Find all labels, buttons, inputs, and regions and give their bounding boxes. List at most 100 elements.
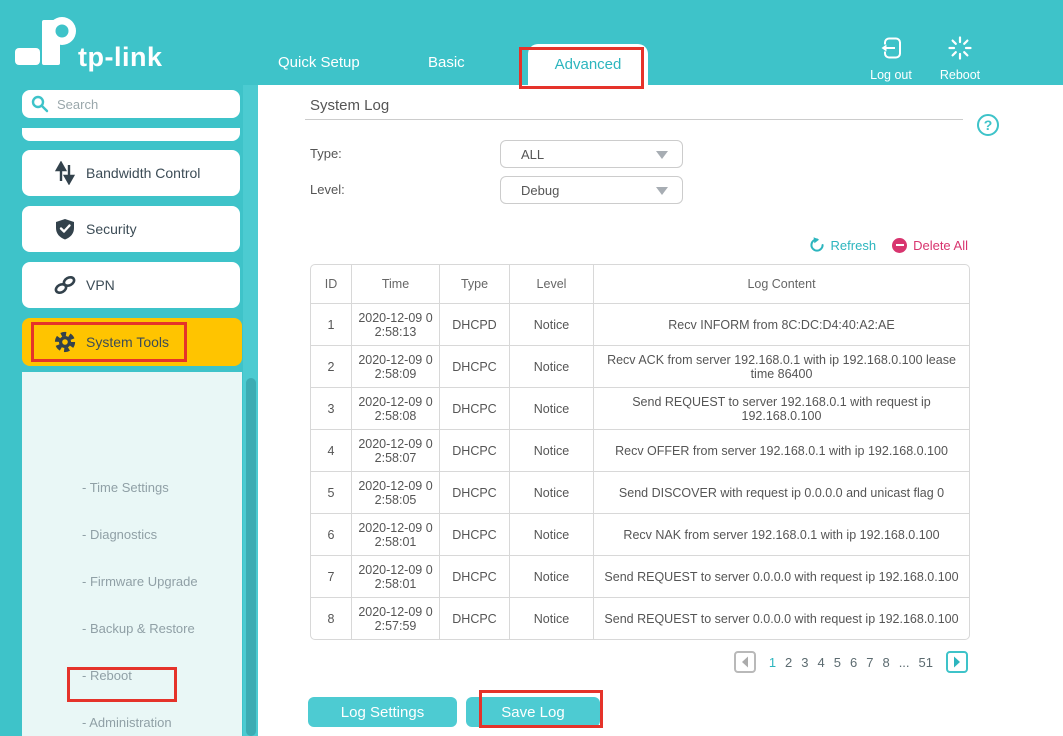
submenu-item[interactable]: - Backup & Restore — [82, 621, 195, 636]
cell-type: DHCPC — [440, 430, 510, 472]
minus-circle-icon — [892, 237, 908, 253]
pagination-page-51[interactable]: 51 — [919, 655, 933, 670]
nav-tab-basic[interactable]: Basic — [428, 54, 465, 71]
cell-level: Notice — [510, 472, 594, 514]
title-divider — [305, 119, 963, 120]
cell-log-content: Recv OFFER from server 192.168.0.1 with … — [594, 430, 970, 472]
table-row: 2 2020-12-09 02:58:09 DHCPC Notice Recv ACK … — [310, 346, 970, 388]
column-header: Level — [510, 264, 594, 304]
cell-log-content: Send REQUEST to server 0.0.0.0 with requ… — [594, 598, 970, 640]
pagination-page-8[interactable]: 8 — [882, 655, 889, 670]
search-placeholder: Search — [57, 97, 99, 112]
level-dropdown[interactable]: Debug — [500, 176, 683, 204]
cell-time: 2020-12-09 02:58:07 — [352, 430, 440, 472]
pagination-page-3[interactable]: 3 — [801, 655, 808, 670]
level-dropdown-value: Debug — [521, 182, 560, 198]
cell-log-content: Recv INFORM from 8C:DC:D4:40:A2:AE — [594, 304, 970, 346]
log-settings-button[interactable]: Log Settings — [308, 697, 457, 727]
cell-level: Notice — [510, 430, 594, 472]
cell-type: DHCPC — [440, 514, 510, 556]
type-dropdown[interactable]: ALL — [500, 140, 683, 168]
column-header: Log Content — [594, 264, 970, 304]
column-header: Type — [440, 264, 510, 304]
nav-tab-quick-setup[interactable]: Quick Setup — [278, 54, 360, 71]
system-log-table: ID Time Type Level Log Content 1 2020-12-09 0… — [310, 264, 970, 640]
log-toolbar: Refresh Delete All — [809, 237, 968, 253]
search-input[interactable]: Search — [22, 90, 240, 118]
submenu-item[interactable]: - Firmware Upgrade — [82, 574, 198, 589]
submenu-item[interactable]: - Administration — [82, 715, 172, 730]
table-row: 7 2020-12-09 02:58:01 DHCPC Notice Send REQU… — [310, 556, 970, 598]
refresh-button[interactable]: Refresh — [809, 237, 877, 253]
chevron-right-icon — [954, 656, 960, 668]
sidebar-item-system-tools[interactable]: System Tools — [22, 318, 242, 366]
reboot-label: Reboot — [939, 68, 981, 82]
cell-log-content: Send REQUEST to server 0.0.0.0 with requ… — [594, 556, 970, 598]
cell-level: Notice — [510, 514, 594, 556]
cell-id: 6 — [310, 514, 352, 556]
reboot-button[interactable]: Reboot — [930, 36, 990, 82]
pagination-ellipsis: ... — [898, 654, 910, 670]
nav-tab-advanced[interactable]: Advanced — [528, 44, 648, 85]
table-row: 4 2020-12-09 02:58:07 DHCPC Notice Recv OFFE… — [310, 430, 970, 472]
cell-type: DHCPC — [440, 556, 510, 598]
pagination-pages: 1 2 3 4 5 6 7 8... 51 — [769, 655, 933, 670]
table-row: 5 2020-12-09 02:58:05 DHCPC Notice Send DISC… — [310, 472, 970, 514]
pagination-page-1[interactable]: 1 — [769, 655, 776, 670]
page-title: System Log — [310, 97, 390, 114]
sidebar-scroll-track[interactable] — [243, 85, 258, 736]
pagination: 1 2 3 4 5 6 7 8... 51 — [733, 651, 968, 673]
router-admin-screen: tp-link Quick Setup Basic Advanced Log o… — [0, 0, 1063, 736]
cell-level: Notice — [510, 304, 594, 346]
cell-level: Notice — [510, 388, 594, 430]
pagination-page-4[interactable]: 4 — [818, 655, 825, 670]
save-log-button[interactable]: Save Log — [466, 697, 600, 727]
sidebar-item-bandwidth-control[interactable]: Bandwidth Control — [22, 150, 240, 196]
pagination-page-2[interactable]: 2 — [785, 655, 792, 670]
cell-time: 2020-12-09 02:58:05 — [352, 472, 440, 514]
system-tools-submenu: - Time Settings - Diagnostics - Firmware U… — [22, 372, 242, 736]
cell-time: 2020-12-09 02:58:01 — [352, 514, 440, 556]
pagination-next-button[interactable] — [946, 651, 968, 673]
refresh-label: Refresh — [830, 237, 877, 253]
type-label: Type: — [310, 146, 342, 161]
table-row: 8 2020-12-09 02:57:59 DHCPC Notice Send REQU… — [310, 598, 970, 640]
delete-all-button[interactable]: Delete All — [892, 237, 968, 253]
cell-log-content: Send REQUEST to server 192.168.0.1 with … — [594, 388, 970, 430]
help-icon[interactable]: ? — [977, 114, 999, 136]
pagination-prev-button[interactable] — [733, 651, 756, 673]
logout-icon — [880, 37, 901, 59]
delete-all-label: Delete All — [913, 237, 968, 253]
cell-id: 3 — [310, 388, 352, 430]
cell-id: 5 — [310, 472, 352, 514]
cell-type: DHCPC — [440, 388, 510, 430]
top-header: tp-link Quick Setup Basic Advanced Log o… — [0, 0, 1063, 85]
cell-id: 1 — [310, 304, 352, 346]
sidebar-item-partial[interactable] — [22, 128, 240, 141]
pagination-page-7[interactable]: 7 — [866, 655, 873, 670]
cell-log-content: Recv NAK from server 192.168.0.1 with ip… — [594, 514, 970, 556]
cell-time: 2020-12-09 02:57:59 — [352, 598, 440, 640]
cell-level: Notice — [510, 598, 594, 640]
table-body: 1 2020-12-09 02:58:13 DHCPD Notice Recv INFO… — [310, 304, 970, 640]
pagination-page-5[interactable]: 5 — [834, 655, 841, 670]
submenu-item[interactable]: - Time Settings — [82, 480, 169, 495]
sidebar-item-label: System Tools — [86, 334, 169, 350]
reboot-icon — [948, 36, 972, 60]
sidebar-scroll-thumb[interactable] — [246, 378, 256, 736]
cell-level: Notice — [510, 556, 594, 598]
shield-check-icon — [56, 219, 74, 240]
submenu-item[interactable]: - Diagnostics — [82, 527, 157, 542]
pagination-page-6[interactable]: 6 — [850, 655, 857, 670]
main-content: System Log ? Type: ALL Level: Debug Refr… — [258, 85, 1063, 736]
cell-time: 2020-12-09 02:58:08 — [352, 388, 440, 430]
logout-button[interactable]: Log out — [861, 36, 921, 82]
sidebar-item-label: VPN — [86, 277, 115, 293]
cell-type: DHCPC — [440, 598, 510, 640]
bandwidth-arrows-icon — [54, 161, 76, 185]
sidebar-item-security[interactable]: Security — [22, 206, 240, 252]
logo-text: tp-link — [78, 42, 163, 72]
submenu-item[interactable]: - Reboot — [82, 668, 132, 683]
sidebar-item-vpn[interactable]: VPN — [22, 262, 240, 308]
table-row: 6 2020-12-09 02:58:01 DHCPC Notice Recv NAK … — [310, 514, 970, 556]
